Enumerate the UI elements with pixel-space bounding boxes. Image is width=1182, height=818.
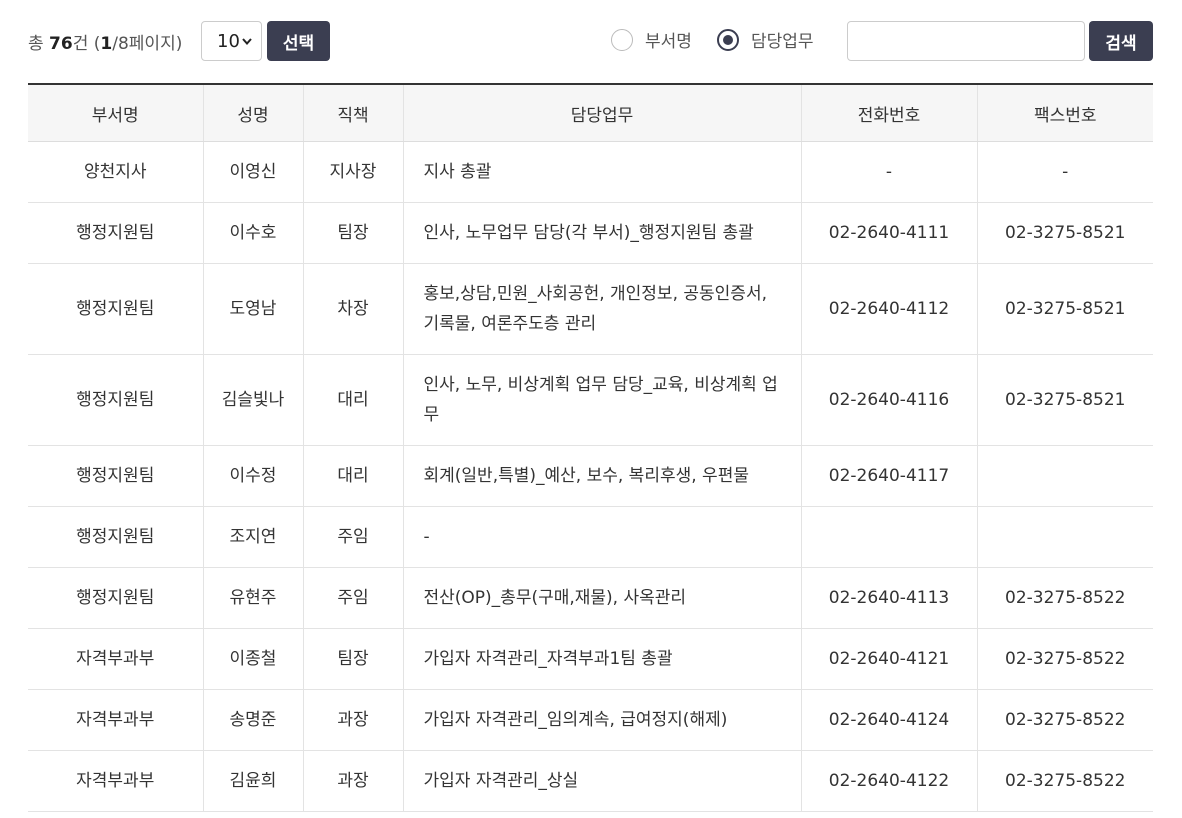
cell-name: 도영남 (202, 263, 303, 355)
cell-name: 이영신 (202, 141, 303, 203)
cell-dept: 자격부과부 (28, 750, 203, 812)
radio-duty-label: 담당업무 (751, 32, 814, 52)
cell-phone (800, 506, 977, 568)
table-row: 자격부과부 김윤희 과장 가입자 자격관리_상실 02-2640-4122 02… (28, 750, 1153, 812)
toolbar: 총 76건 (1/8페이지) 10 선택 부서명 담당업무 검색 (0, 0, 1182, 84)
cell-duty: 회계(일반,특별)_예산, 보수, 복리후생, 우편물 (402, 445, 801, 507)
cell-phone: 02-2640-4111 (800, 202, 977, 264)
total-count: 76 (49, 34, 73, 54)
cell-title: 지사장 (302, 141, 403, 203)
cell-dept: 자격부과부 (28, 628, 203, 690)
table-row: 행정지원팀 조지연 주임 - (28, 506, 1153, 568)
cell-dept: 양천지사 (28, 141, 203, 203)
cell-title: 팀장 (302, 202, 403, 264)
cell-dept: 행정지원팀 (28, 445, 203, 507)
cell-fax: 02-3275-8522 (976, 689, 1153, 751)
page-size-value: 10 (217, 30, 240, 52)
result-summary: 총 76건 (1/8페이지) (28, 29, 182, 54)
table-row: 행정지원팀 유현주 주임 전산(OP)_총무(구매,재물), 사옥관리 02-2… (28, 567, 1153, 629)
cell-name: 김슬빛나 (202, 354, 303, 446)
cell-dept: 행정지원팀 (28, 567, 203, 629)
cell-fax: 02-3275-8522 (976, 567, 1153, 629)
cell-phone: 02-2640-4113 (800, 567, 977, 629)
table-row: 행정지원팀 이수호 팀장 인사, 노무업무 담당(각 부서)_행정지원팀 총괄 … (28, 202, 1153, 264)
cell-dept: 행정지원팀 (28, 354, 203, 446)
current-page: 1 (100, 34, 113, 54)
cell-name: 김윤희 (202, 750, 303, 812)
header-dept: 부서명 (28, 84, 203, 142)
cell-dept: 자격부과부 (28, 689, 203, 751)
table-row: 행정지원팀 도영남 차장 홍보,상담,민원_사회공헌, 개인정보, 공동인증서,… (28, 263, 1153, 355)
cell-title: 차장 (302, 263, 403, 355)
cell-fax: 02-3275-8522 (976, 628, 1153, 690)
cell-duty: - (402, 506, 801, 568)
header-name: 성명 (202, 84, 303, 142)
cell-dept: 행정지원팀 (28, 506, 203, 568)
cell-dept: 행정지원팀 (28, 263, 203, 355)
header-phone: 전화번호 (800, 84, 977, 142)
cell-title: 팀장 (302, 628, 403, 690)
radio-dept-label: 부서명 (645, 32, 692, 52)
cell-duty: 가입자 자격관리_임의계속, 급여정지(해제) (402, 689, 801, 751)
radio-dept-name[interactable]: 부서명 (611, 27, 692, 52)
cell-fax: 02-3275-8521 (976, 354, 1153, 446)
select-button[interactable]: 선택 (267, 21, 330, 61)
cell-fax (976, 506, 1153, 568)
search-button[interactable]: 검색 (1089, 21, 1153, 61)
cell-title: 대리 (302, 354, 403, 446)
table-row: 행정지원팀 김슬빛나 대리 인사, 노무, 비상계획 업무 담당_교육, 비상계… (28, 354, 1153, 446)
summary-page-suffix: /8페이지) (112, 34, 183, 54)
cell-name: 이종철 (202, 628, 303, 690)
cell-phone: 02-2640-4116 (800, 354, 977, 446)
table-row: 자격부과부 송명준 과장 가입자 자격관리_임의계속, 급여정지(해제) 02-… (28, 689, 1153, 751)
header-title: 직책 (302, 84, 403, 142)
cell-phone: - (800, 141, 977, 203)
cell-name: 조지연 (202, 506, 303, 568)
cell-duty: 가입자 자격관리_자격부과1팀 총괄 (402, 628, 801, 690)
cell-phone: 02-2640-4112 (800, 263, 977, 355)
chevron-down-icon (242, 38, 252, 46)
table-row: 자격부과부 이종철 팀장 가입자 자격관리_자격부과1팀 총괄 02-2640-… (28, 628, 1153, 690)
cell-fax: 02-3275-8522 (976, 750, 1153, 812)
cell-name: 송명준 (202, 689, 303, 751)
header-fax: 팩스번호 (976, 84, 1153, 142)
cell-phone: 02-2640-4122 (800, 750, 977, 812)
page-size-select[interactable]: 10 (201, 21, 262, 61)
radio-unchecked-icon[interactable] (611, 28, 633, 51)
cell-title: 과장 (302, 750, 403, 812)
cell-phone: 02-2640-4117 (800, 445, 977, 507)
cell-duty: 인사, 노무, 비상계획 업무 담당_교육, 비상계획 업무 (402, 354, 801, 446)
table-row: 양천지사 이영신 지사장 지사 총괄 - - (28, 141, 1153, 203)
cell-dept: 행정지원팀 (28, 202, 203, 264)
cell-name: 이수호 (202, 202, 303, 264)
cell-title: 주임 (302, 567, 403, 629)
cell-title: 과장 (302, 689, 403, 751)
staff-table: 부서명 성명 직책 담당업무 전화번호 팩스번호 양천지사 이영신 지사장 지사… (28, 83, 1153, 812)
table-header-row: 부서명 성명 직책 담당업무 전화번호 팩스번호 (28, 84, 1153, 142)
cell-fax: 02-3275-8521 (976, 202, 1153, 264)
header-duty: 담당업무 (402, 84, 801, 142)
summary-prefix: 총 (28, 34, 50, 54)
table-row: 행정지원팀 이수정 대리 회계(일반,특별)_예산, 보수, 복리후생, 우편물… (28, 445, 1153, 507)
cell-fax (976, 445, 1153, 507)
cell-duty: 인사, 노무업무 담당(각 부서)_행정지원팀 총괄 (402, 202, 801, 264)
radio-checked-icon[interactable] (717, 28, 739, 51)
cell-duty: 가입자 자격관리_상실 (402, 750, 801, 812)
cell-title: 대리 (302, 445, 403, 507)
cell-duty: 전산(OP)_총무(구매,재물), 사옥관리 (402, 567, 801, 629)
cell-duty: 홍보,상담,민원_사회공헌, 개인정보, 공동인증서, 기록물, 여론주도층 관… (402, 263, 801, 355)
cell-phone: 02-2640-4124 (800, 689, 977, 751)
cell-fax: - (976, 141, 1153, 203)
cell-fax: 02-3275-8521 (976, 263, 1153, 355)
cell-name: 이수정 (202, 445, 303, 507)
cell-duty: 지사 총괄 (402, 141, 801, 203)
cell-title: 주임 (302, 506, 403, 568)
summary-count-suffix: 건 ( (72, 34, 101, 54)
radio-duty[interactable]: 담당업무 (717, 27, 814, 52)
cell-name: 유현주 (202, 567, 303, 629)
cell-phone: 02-2640-4121 (800, 628, 977, 690)
search-input[interactable] (847, 21, 1085, 61)
